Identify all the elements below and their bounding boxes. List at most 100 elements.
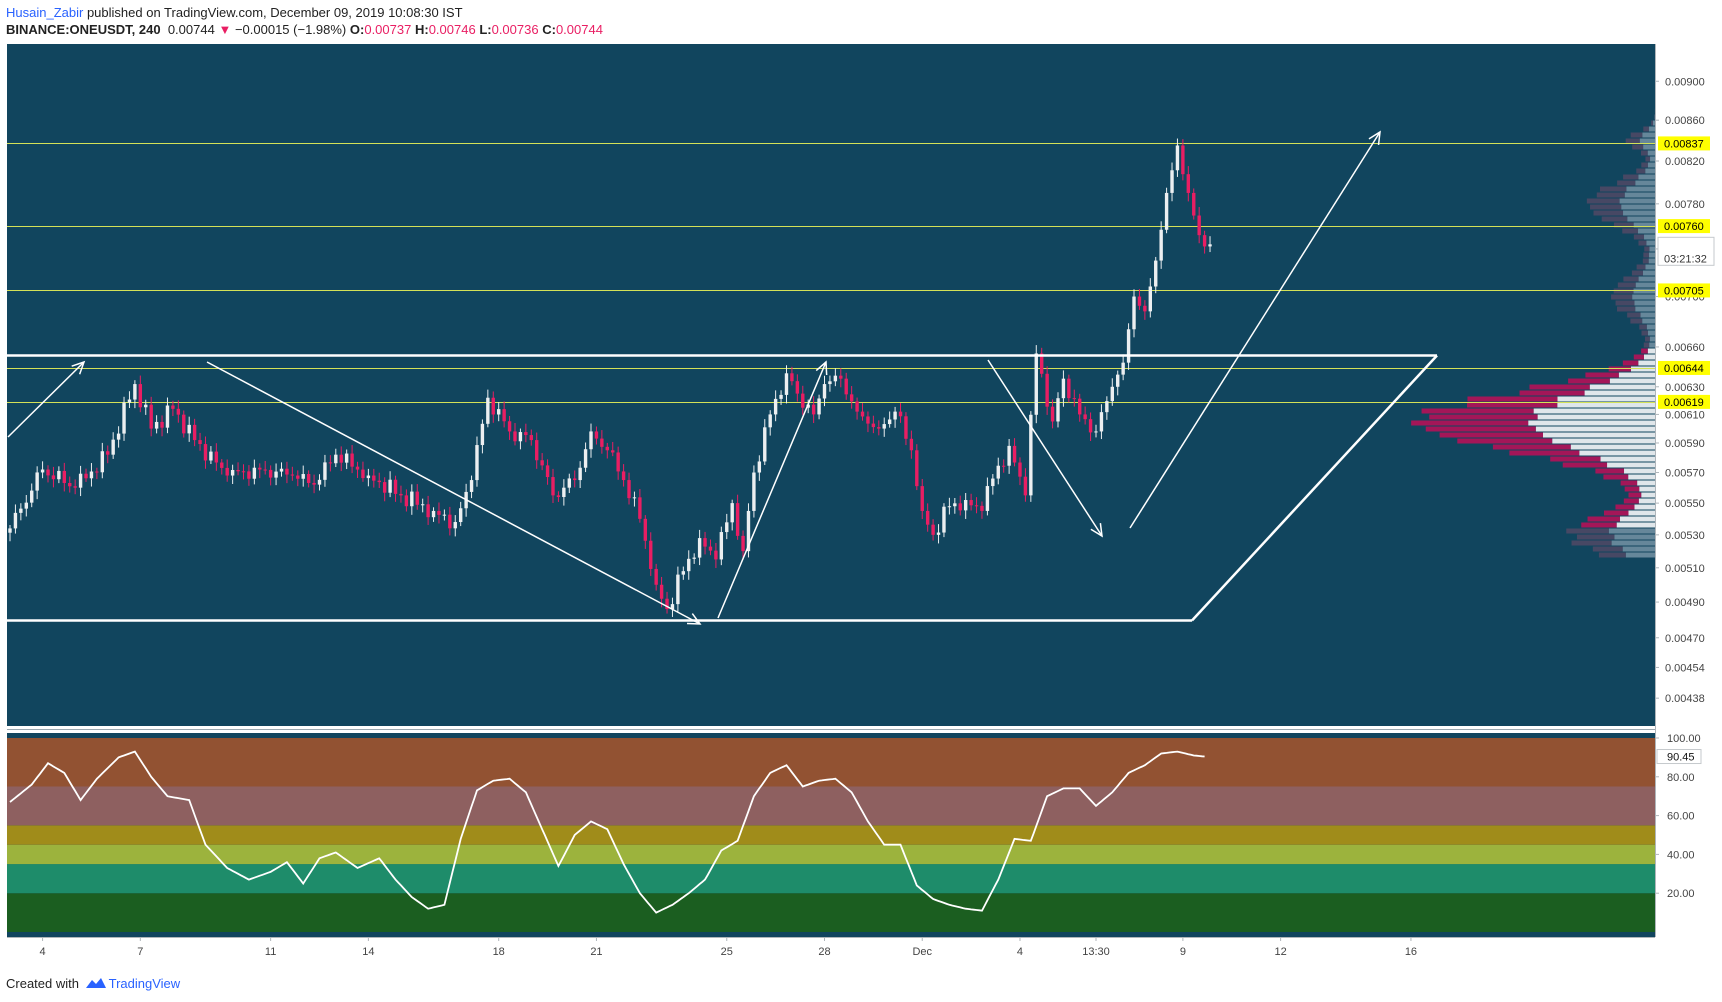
volume-profile-row-down [1586, 198, 1620, 204]
volume-profile-row-down [1576, 534, 1615, 540]
osc-last-value: 90.45 [1667, 752, 1695, 764]
volume-profile-row-down [1630, 318, 1643, 324]
volume-profile-row-down [1625, 138, 1640, 144]
volume-profile-row-down [1599, 186, 1627, 192]
oscillator-bands [7, 738, 1655, 932]
osc-tick-label: 20.00 [1667, 888, 1695, 900]
volume-profile-row-down [1566, 528, 1609, 534]
volume-profile-row-down [1633, 354, 1644, 360]
volume-profile-row-down [1411, 420, 1529, 426]
osc-band-0 [7, 893, 1655, 932]
volume-profile-row-down [1585, 372, 1619, 378]
volume-profile-row-up [1638, 276, 1655, 282]
volume-profile-row-up [1628, 474, 1655, 480]
volume-profile-row-up [1639, 486, 1655, 492]
bar-countdown: 03:21:32 [1664, 253, 1707, 265]
osc-band-2 [7, 844, 1655, 865]
volume-profile-row-up [1635, 306, 1655, 312]
volume-profile-row-down [1622, 228, 1638, 234]
time-tick-label: 21 [590, 946, 602, 958]
candle [752, 465, 756, 518]
volume-profile-row-down [1633, 234, 1645, 240]
volume-profile-row-up [1643, 144, 1655, 150]
time-tick-label: 14 [362, 946, 374, 958]
time-tick-label: 12 [1274, 946, 1286, 958]
price-tick-label: 0.00438 [1665, 693, 1705, 705]
volume-profile-row-up [1647, 150, 1655, 156]
time-tick-label: 7 [137, 946, 143, 958]
volume-profile-row-down [1587, 516, 1620, 522]
volume-profile-row-up [1638, 360, 1655, 366]
volume-profile-row-up [1648, 252, 1655, 258]
volume-profile-row-up [1647, 348, 1655, 354]
volume-profile-row-down [1628, 492, 1642, 498]
volume-profile-row-up [1570, 444, 1655, 450]
volume-profile-row-down [1627, 312, 1641, 318]
volume-profile-row-down [1617, 282, 1636, 288]
volume-profile-row-up [1635, 282, 1655, 288]
volume-profile-row-up [1619, 198, 1655, 204]
volume-profile-row-up [1528, 420, 1655, 426]
volume-profile-row-down [1590, 204, 1622, 210]
volume-profile-row-up [1644, 234, 1655, 240]
price-tick-label: 0.00530 [1665, 530, 1705, 542]
volume-profile-row-up [1638, 174, 1655, 180]
volume-profile-row-down [1623, 498, 1639, 504]
volume-profile-row-down [1651, 120, 1653, 126]
volume-profile-row-down [1639, 324, 1647, 330]
volume-profile-row-down [1439, 432, 1543, 438]
volume-profile-row-down [1593, 210, 1624, 216]
volume-profile-row-up [1618, 372, 1655, 378]
time-tick-label: 11 [265, 946, 276, 958]
volume-profile-row-up [1634, 300, 1655, 306]
volume-profile-row-down [1615, 300, 1635, 306]
volume-profile-row-down [1595, 468, 1625, 474]
volume-profile-row-down [1509, 450, 1580, 456]
volume-profile-row-up [1579, 450, 1655, 456]
chart-canvas[interactable]: 0.009000.008600.008200.007800.007400.007… [0, 0, 1722, 1002]
volume-profile-row-up [1648, 258, 1655, 264]
osc-tick-label: 100.00 [1667, 733, 1701, 745]
price-tick-label: 0.00570 [1665, 468, 1705, 480]
volume-profile-row-down [1643, 342, 1650, 348]
volume-profile-row-down [1643, 252, 1649, 258]
volume-profile-row-down [1631, 270, 1643, 276]
volume-profile-row-down [1529, 384, 1590, 390]
main-pane-background [7, 44, 1655, 726]
volume-profile-row-down [1603, 510, 1629, 516]
volume-profile-row-up [1600, 456, 1655, 462]
volume-profile-row-up [1634, 504, 1655, 510]
volume-profile-row-down [1598, 552, 1626, 558]
time-axis[interactable]: 4 7 11 14 18 21 25 28 Dec 4 13:30 9 12 16 [40, 937, 1418, 958]
volume-profile-row-up [1589, 384, 1655, 390]
volume-profile-row-down [1630, 132, 1643, 138]
price-level-label: 0.00705 [1664, 285, 1704, 297]
osc-tick-label: 60.00 [1667, 811, 1695, 823]
volume-profile-row-up [1628, 510, 1655, 516]
tradingview-brand-link[interactable]: TradingView [109, 976, 181, 991]
price-level-label: 0.00837 [1664, 138, 1704, 150]
volume-profile-row-up [1624, 192, 1655, 198]
volume-profile-row-up [1643, 354, 1655, 360]
volume-profile-row-down [1581, 522, 1617, 528]
oscillator-axis[interactable]: 100.00 80.00 60.00 40.00 20.00 90.45 [1655, 733, 1702, 900]
price-tick-label: 0.00490 [1665, 597, 1705, 609]
volume-profile-row-down [1636, 264, 1646, 270]
volume-profile-row-down [1632, 144, 1644, 150]
volume-profile-row-up [1621, 204, 1655, 210]
price-level-label: 0.00619 [1664, 397, 1704, 409]
volume-profile-row-down [1636, 168, 1646, 174]
volume-profile-row-down [1641, 162, 1648, 168]
volume-profile-row-down [1643, 126, 1649, 132]
volume-profile-row-up [1652, 120, 1655, 126]
time-tick-label: 13:30 [1082, 946, 1110, 958]
volume-profile-row-down [1645, 336, 1650, 342]
volume-profile-row-up [1649, 246, 1655, 252]
osc-tick-label: 80.00 [1667, 772, 1695, 784]
volume-profile-row-down [1623, 276, 1639, 282]
volume-profile-row-up [1609, 378, 1655, 384]
volume-profile-row-down [1642, 258, 1649, 264]
price-axis[interactable]: 0.009000.008600.008200.007800.007400.007… [1655, 76, 1715, 705]
time-tick-label: 9 [1180, 946, 1186, 958]
volume-profile-row-down [1641, 330, 1648, 336]
